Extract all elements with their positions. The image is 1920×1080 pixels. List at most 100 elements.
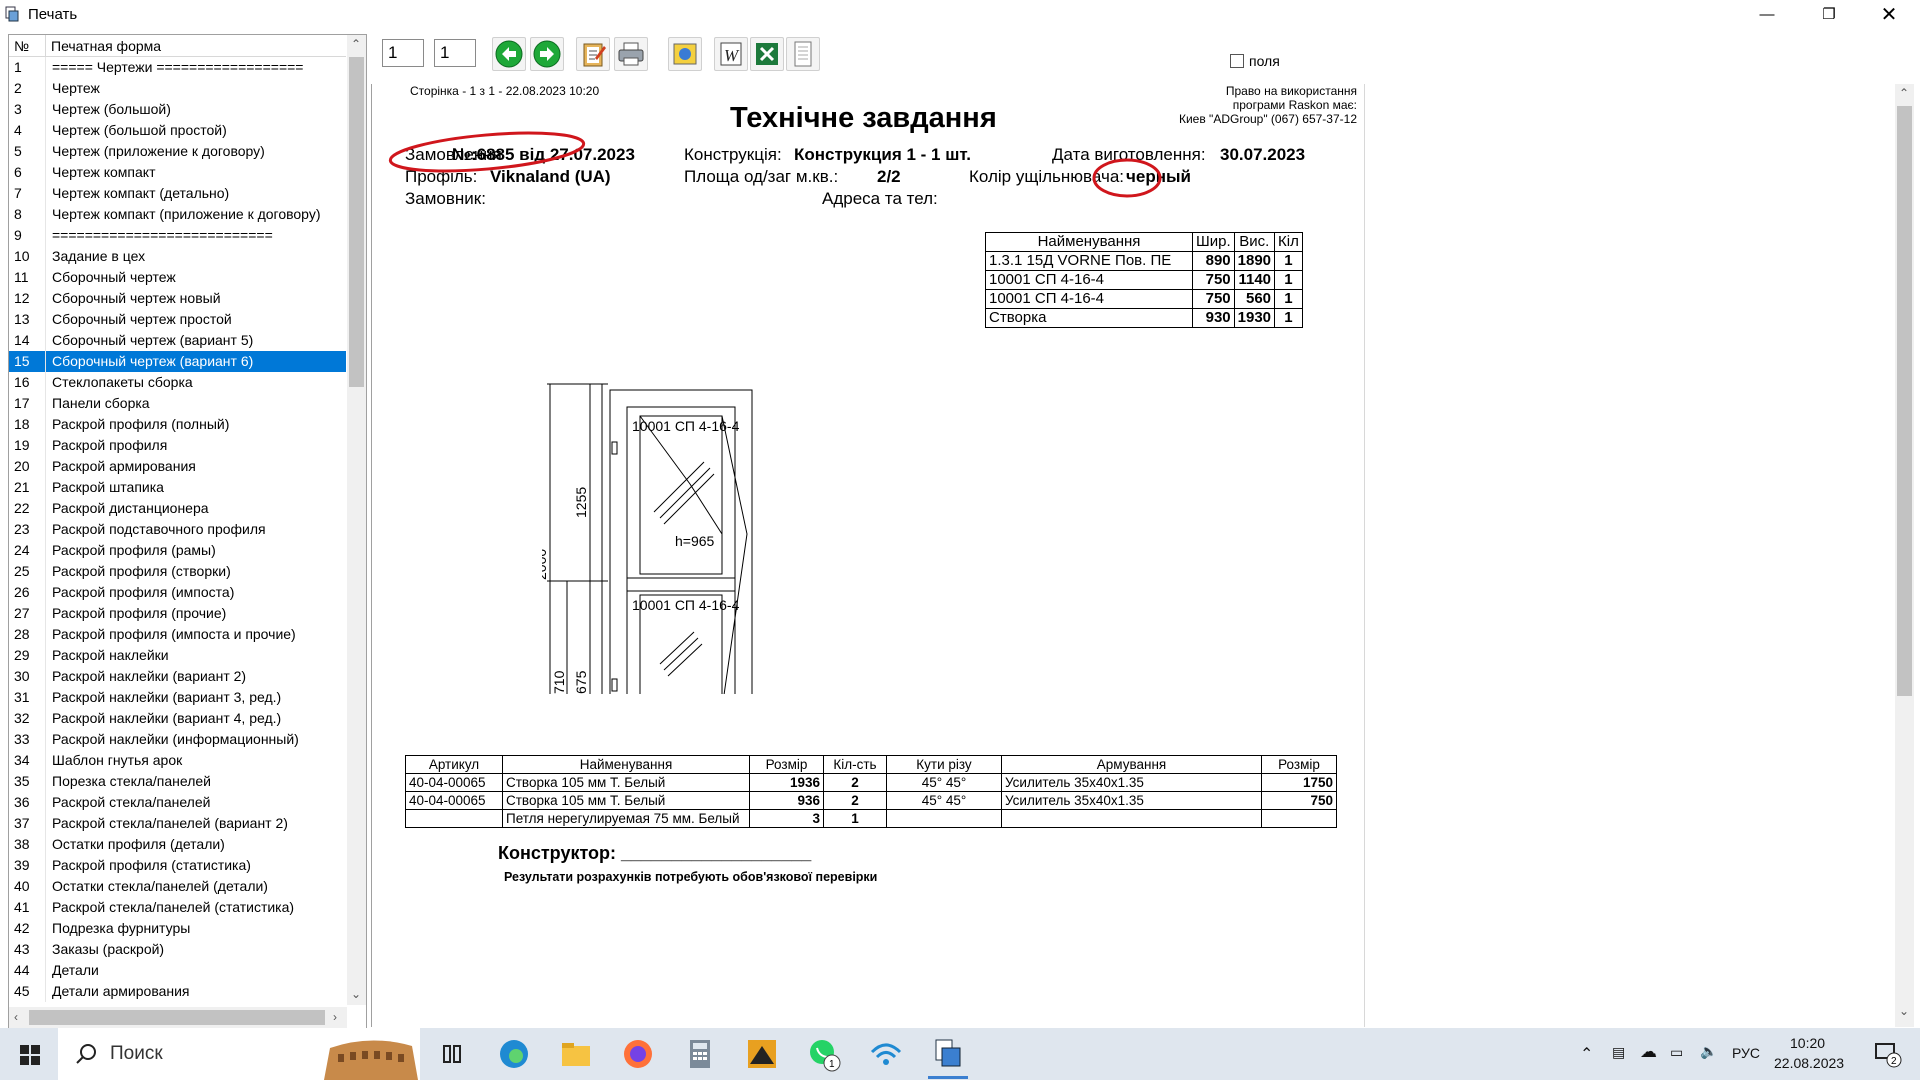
rights-line-2: програми Raskon має:	[1232, 98, 1357, 112]
edge-icon[interactable]	[496, 1036, 532, 1072]
spec-cell: 1.3.1 15Д VORNE Пов. ПЕ	[985, 251, 1193, 271]
raskon-app-icon[interactable]	[744, 1036, 780, 1072]
list-item[interactable]: 3 Чертеж (большой)	[9, 99, 346, 120]
export-word-button[interactable]: W	[714, 37, 748, 71]
list-item[interactable]: 31 Раскрой наклейки (вариант 3, ред.)	[9, 687, 346, 708]
list-item[interactable]: 19 Раскрой профиля	[9, 435, 346, 456]
scroll-down-icon[interactable]: ⌄	[351, 987, 361, 1001]
scroll-left-icon[interactable]: ‹	[14, 1010, 18, 1024]
list-item[interactable]: 40 Остатки стекла/панелей (детали)	[9, 876, 346, 897]
list-item[interactable]: 43 Заказы (раскрой)	[9, 939, 346, 960]
page-setup-button[interactable]	[576, 37, 610, 71]
list-item[interactable]: 32 Раскрой наклейки (вариант 4, ред.)	[9, 708, 346, 729]
list-item[interactable]: 27 Раскрой профиля (прочие)	[9, 603, 346, 624]
minimize-button[interactable]: —	[1744, 0, 1790, 30]
restore-button[interactable]: ❐	[1806, 0, 1852, 30]
preview-scroll-up-icon[interactable]: ⌃	[1899, 86, 1909, 100]
list-item[interactable]: 28 Раскрой профиля (импоста и прочие)	[9, 624, 346, 645]
list-item[interactable]: 20 Раскрой армирования	[9, 456, 346, 477]
page-to-input[interactable]: 1	[434, 39, 476, 67]
spec-cell: 750	[1192, 270, 1235, 290]
list-item[interactable]: 29 Раскрой наклейки	[9, 645, 346, 666]
list-item[interactable]: 22 Раскрой дистанционера	[9, 498, 346, 519]
clock-time[interactable]: 10:20	[1790, 1035, 1825, 1051]
task-view-icon[interactable]	[434, 1036, 470, 1072]
list-item[interactable]: 39 Раскрой профиля (статистика)	[9, 855, 346, 876]
list-item[interactable]: 23 Раскрой подставочного профиля	[9, 519, 346, 540]
list-item[interactable]: 14 Сборочный чертеж (вариант 5)	[9, 330, 346, 351]
list-item[interactable]: 30 Раскрой наклейки (вариант 2)	[9, 666, 346, 687]
tray-chevron-icon[interactable]: ⌃	[1580, 1044, 1593, 1064]
list-item[interactable]: 1 ===== Чертежи ==================	[9, 57, 346, 78]
list-item[interactable]: 41 Раскрой стекла/панелей (статистика)	[9, 897, 346, 918]
list-item[interactable]: 8 Чертеж компакт (приложение к договору)	[9, 204, 346, 225]
list-item[interactable]: 5 Чертеж (приложение к договору)	[9, 141, 346, 162]
list-item[interactable]: 7 Чертеж компакт (детально)	[9, 183, 346, 204]
list-item[interactable]: 18 Раскрой профиля (полный)	[9, 414, 346, 435]
list-item[interactable]: 37 Раскрой стекла/панелей (вариант 2)	[9, 813, 346, 834]
next-page-button[interactable]	[530, 37, 564, 71]
list-item[interactable]: 17 Панели сборка	[9, 393, 346, 414]
scroll-up-icon[interactable]: ⌃	[351, 37, 361, 51]
list-item[interactable]: 4 Чертеж (большой простой)	[9, 120, 346, 141]
list-item[interactable]: 25 Раскрой профиля (створки)	[9, 561, 346, 582]
list-item[interactable]: 33 Раскрой наклейки (информационный)	[9, 729, 346, 750]
notifications-icon[interactable]: 2	[1874, 1042, 1902, 1068]
list-item-number: 3	[14, 101, 22, 117]
language-indicator[interactable]: РУС	[1732, 1045, 1760, 1061]
list-item[interactable]: 9 ===========================	[9, 225, 346, 246]
print-button[interactable]	[614, 37, 648, 71]
list-item[interactable]: 38 Остатки профиля (детали)	[9, 834, 346, 855]
close-button[interactable]: ✕	[1866, 0, 1912, 30]
firefox-icon[interactable]	[620, 1036, 656, 1072]
fields-checkbox[interactable]: поля	[1230, 53, 1280, 69]
list-hscroll-thumb[interactable]	[29, 1010, 325, 1025]
onedrive-cloud-icon[interactable]: ☁	[1640, 1042, 1657, 1062]
clock-date[interactable]: 22.08.2023	[1774, 1055, 1844, 1071]
list-vertical-scrollbar[interactable]: ⌃ ⌄	[347, 35, 366, 1005]
page-from-input[interactable]: 1	[382, 39, 424, 67]
whatsapp-icon[interactable]: 1	[806, 1036, 842, 1072]
tray-device-icon[interactable]: ▤	[1612, 1044, 1625, 1061]
list-item[interactable]: 36 Раскрой стекла/панелей	[9, 792, 346, 813]
list-item[interactable]: 26 Раскрой профиля (импоста)	[9, 582, 346, 603]
list-item[interactable]: 10 Задание в цех	[9, 246, 346, 267]
list-item[interactable]: 42 Подрезка фурнитуры	[9, 918, 346, 939]
wifi-app-icon[interactable]	[868, 1036, 904, 1072]
list-item[interactable]: 44 Детали	[9, 960, 346, 981]
checkbox-box[interactable]	[1230, 54, 1244, 68]
list-item[interactable]: 16 Стеклопакеты сборка	[9, 372, 346, 393]
calculator-icon[interactable]	[682, 1036, 718, 1072]
list-item[interactable]: 34 Шаблон гнутья арок	[9, 750, 346, 771]
prev-page-button[interactable]	[492, 37, 526, 71]
list-item[interactable]: 13 Сборочный чертеж простой	[9, 309, 346, 330]
list-item[interactable]: 24 Раскрой профиля (рамы)	[9, 540, 346, 561]
preview-vertical-scrollbar[interactable]: ⌃ ⌄	[1895, 84, 1914, 1027]
list-item[interactable]: 6 Чертеж компакт	[9, 162, 346, 183]
preview-scroll-down-icon[interactable]: ⌄	[1899, 1004, 1909, 1018]
volume-icon[interactable]: 🔈	[1700, 1043, 1717, 1060]
list-item[interactable]: 15 Сборочный чертеж (вариант 6)	[9, 351, 346, 372]
export-text-button[interactable]	[786, 37, 820, 71]
spec-header-cell: Шир.	[1192, 232, 1235, 252]
export-image-button[interactable]	[668, 37, 702, 71]
list-item[interactable]: 11 Сборочный чертеж	[9, 267, 346, 288]
list-horizontal-scrollbar[interactable]: ‹ ›	[9, 1007, 347, 1028]
windows-start-icon[interactable]	[20, 1045, 40, 1065]
list-item-number: 43	[14, 941, 30, 957]
export-excel-button[interactable]	[750, 37, 784, 71]
list-item[interactable]: 12 Сборочный чертеж новый	[9, 288, 346, 309]
scroll-right-icon[interactable]: ›	[333, 1010, 337, 1024]
list-item[interactable]: 21 Раскрой штапика	[9, 477, 346, 498]
file-explorer-icon[interactable]	[558, 1036, 594, 1072]
network-icon[interactable]: ▭	[1670, 1044, 1683, 1061]
list-item-number: 6	[14, 164, 22, 180]
list-item[interactable]: 2 Чертеж	[9, 78, 346, 99]
list-scroll-thumb[interactable]	[349, 57, 364, 387]
list-item[interactable]: 35 Порезка стекла/панелей	[9, 771, 346, 792]
taskbar-search-box[interactable]: Поиск	[58, 1028, 420, 1080]
preview-scroll-thumb[interactable]	[1897, 106, 1912, 696]
print-forms-list[interactable]: № Печатная форма 1 ===== Чертежи ========…	[8, 34, 367, 1029]
list-item[interactable]: 45 Детали армирования	[9, 981, 346, 1002]
print-app-taskbar-icon[interactable]	[930, 1036, 966, 1072]
